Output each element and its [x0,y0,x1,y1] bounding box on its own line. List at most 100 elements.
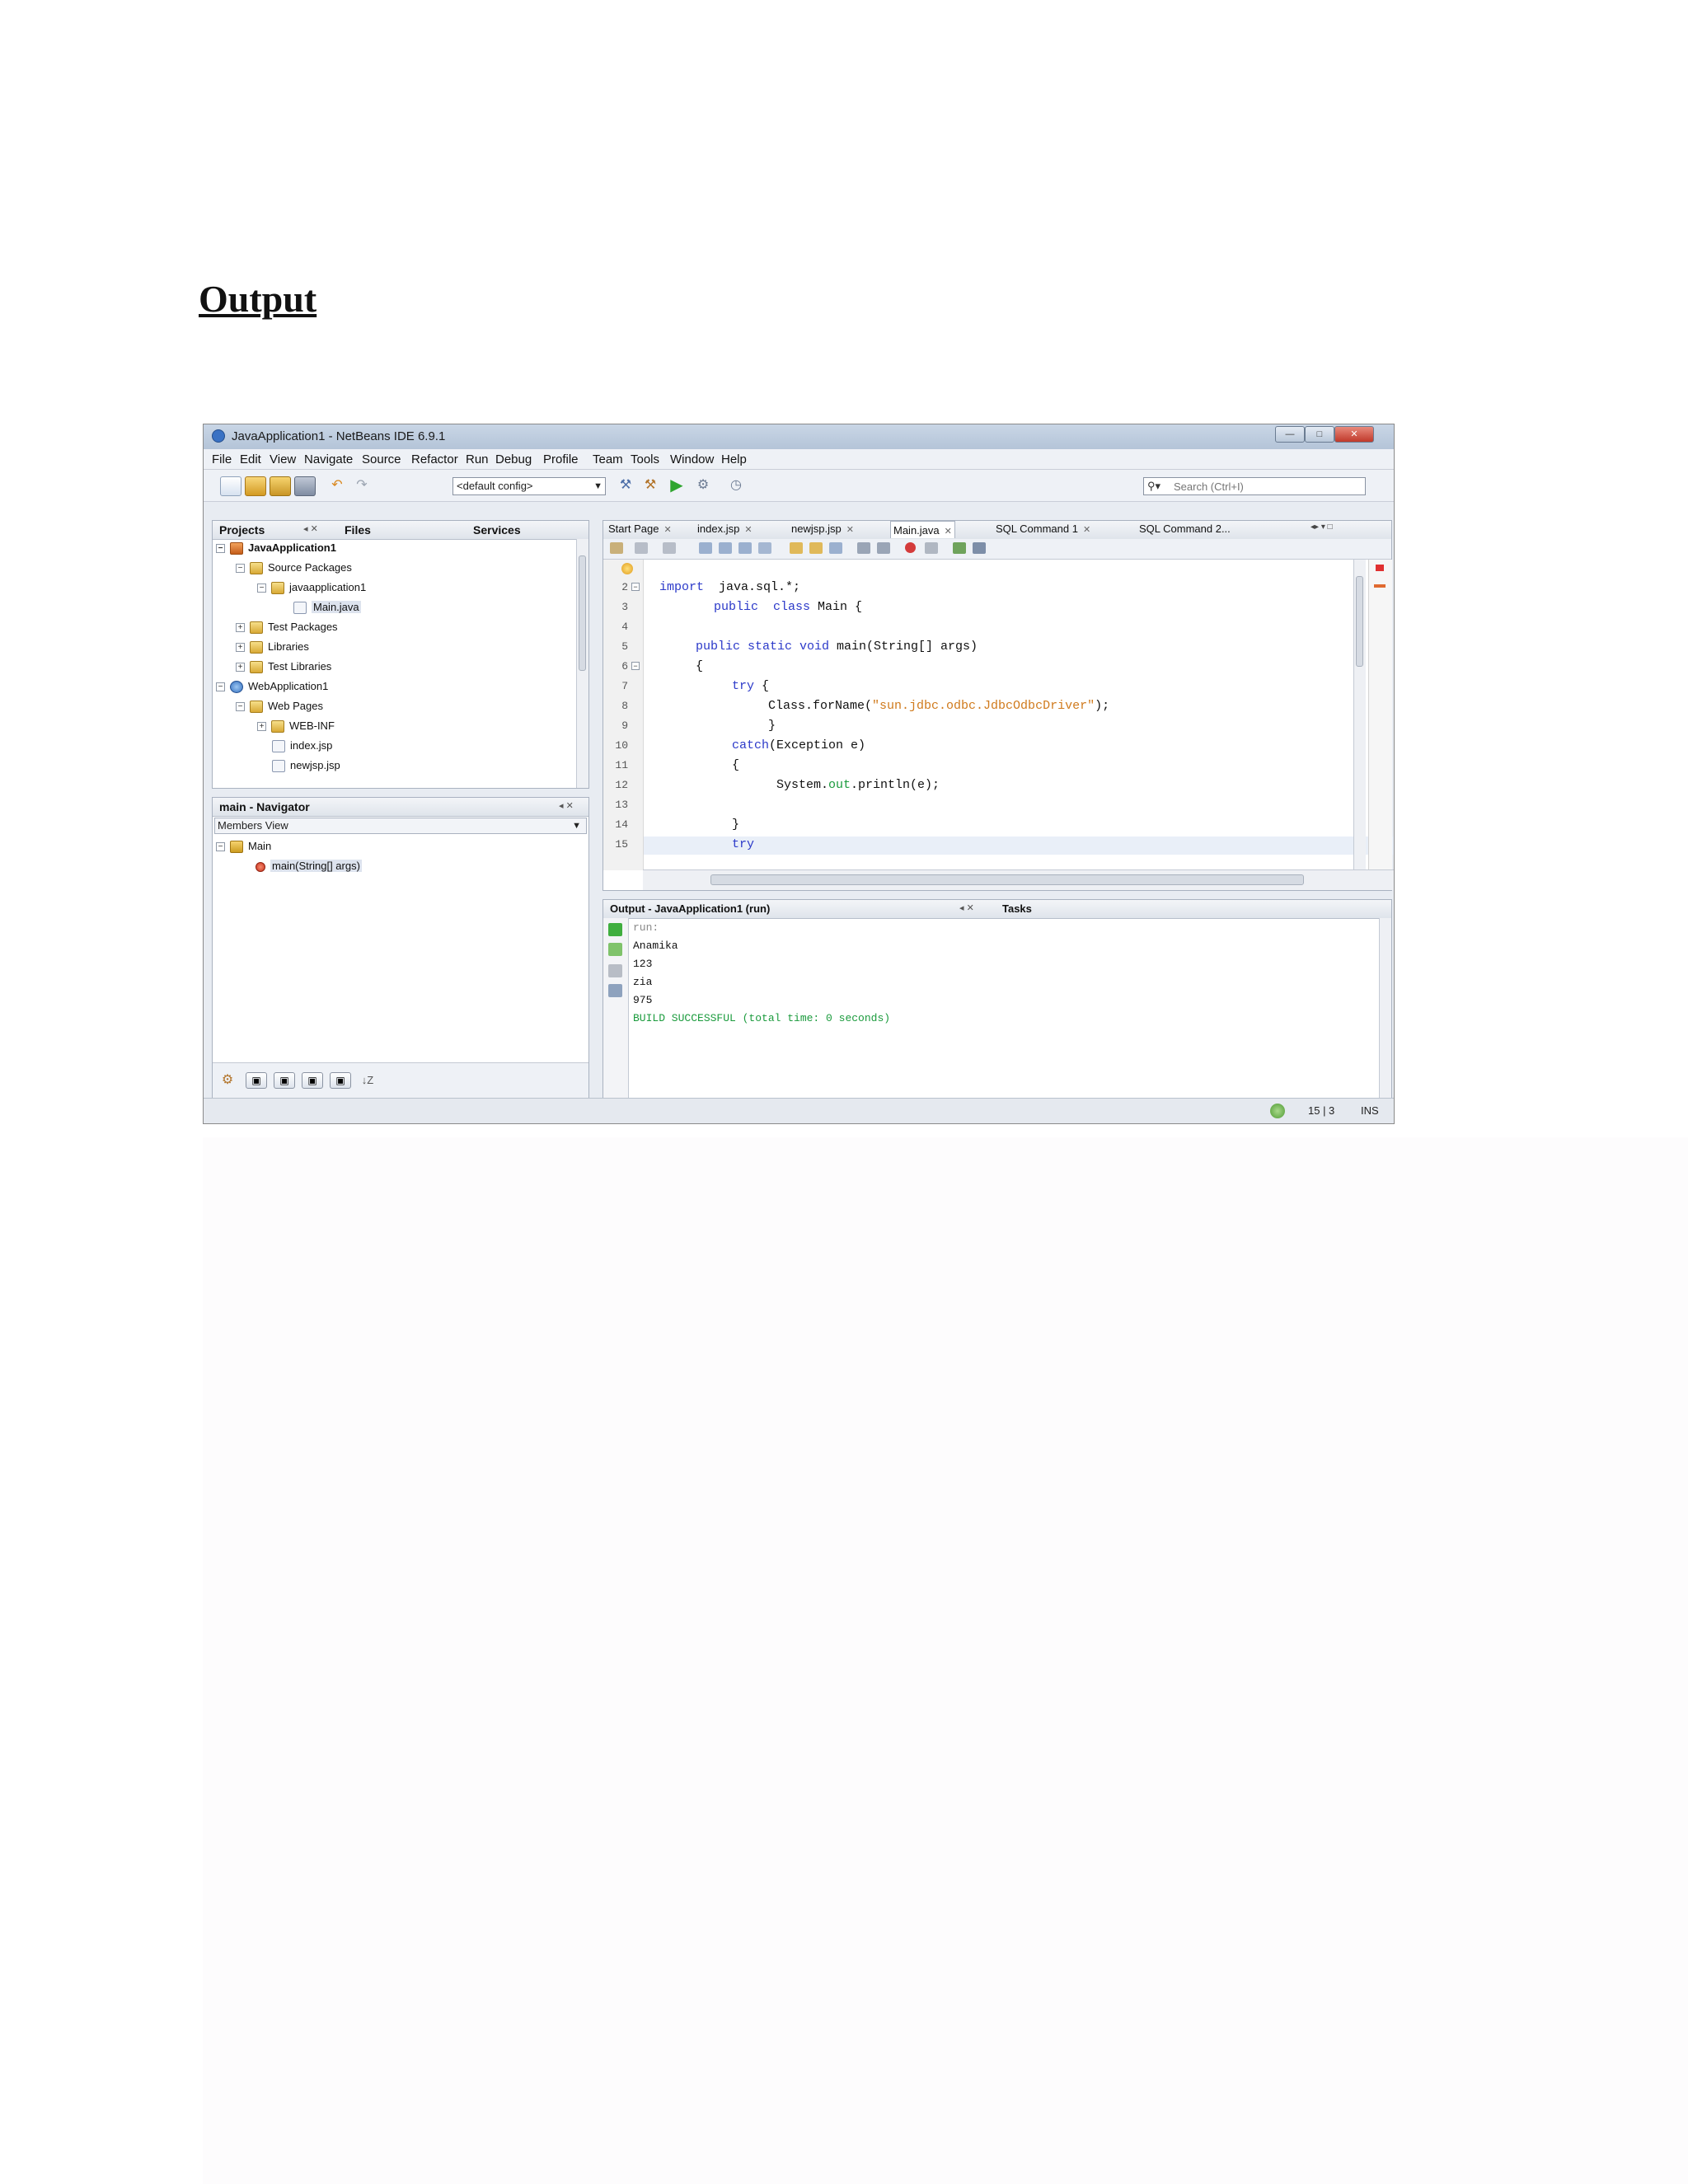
shift-left-icon[interactable] [857,542,870,554]
tree-item-webapplication1[interactable]: − WebApplication1 [216,679,328,694]
redo-icon[interactable]: ↷ [352,476,372,494]
menu-file[interactable]: File [212,452,232,466]
save-all-icon[interactable] [294,476,316,496]
editor-horizontal-scrollbar[interactable] [643,869,1394,890]
sort-alpha-icon[interactable]: ↓Z [358,1071,377,1090]
tree-item-index-jsp[interactable]: index.jsp [272,738,332,753]
menu-profile[interactable]: Profile [543,452,579,466]
new-project-icon[interactable] [245,476,266,496]
back-icon[interactable] [635,542,648,554]
collapse-icon[interactable]: − [236,702,245,712]
close-button[interactable]: ✕ [1334,426,1374,443]
scrollbar-thumb[interactable] [710,874,1304,885]
new-file-icon[interactable] [220,476,241,496]
projects-scrollbar[interactable] [576,539,588,788]
tab-files[interactable]: Files [345,523,371,537]
start-macro-icon[interactable] [905,542,916,553]
fold-collapse-icon[interactable]: − [631,583,640,591]
tab-newjsp-jsp[interactable]: newjsp.jsp ✕ [791,523,854,535]
error-mark-icon[interactable] [1376,565,1384,571]
close-tab-icon[interactable]: ✕ [945,527,952,537]
tree-item-javaapplication1[interactable]: − JavaApplication1 [216,541,336,555]
tree-item-libraries[interactable]: + Libraries [236,640,309,654]
toggle-bookmark-icon[interactable] [829,542,842,554]
close-tab-icon[interactable]: ✕ [744,525,752,535]
show-static-button[interactable]: ▣ [274,1072,295,1089]
run-icon[interactable]: ▶ [667,476,687,494]
filter-icon[interactable]: ⚙ [218,1071,237,1090]
tab-index-jsp[interactable]: index.jsp ✕ [697,523,753,535]
lightbulb-icon[interactable] [621,563,633,574]
tab-sql-command-1[interactable]: SQL Command 1 ✕ [996,523,1090,535]
collapse-icon[interactable]: − [236,564,245,574]
output-title[interactable]: Output - JavaApplication1 (run) [610,902,770,915]
scrollbar-thumb[interactable] [1356,576,1363,667]
close-tab-icon[interactable]: ✕ [663,525,671,535]
collapse-icon[interactable]: − [216,842,225,852]
expand-icon[interactable]: + [236,663,245,673]
error-mark-icon[interactable] [1374,584,1386,588]
uncomment-icon[interactable] [973,542,986,554]
projects-tab-controls-icon[interactable]: ◂ ✕ [303,523,318,534]
expand-icon[interactable]: + [257,722,266,732]
tree-item-test-packages[interactable]: + Test Packages [236,620,338,635]
show-fields-button[interactable]: ▣ [246,1072,267,1089]
menu-run[interactable]: Run [466,452,489,466]
menu-navigate[interactable]: Navigate [304,452,353,466]
tab-start-page[interactable]: Start Page ✕ [608,523,672,535]
comment-icon[interactable] [953,542,966,554]
menu-view[interactable]: View [270,452,296,466]
output-scrollbar[interactable] [1379,918,1391,1098]
shift-right-icon[interactable] [877,542,890,554]
collapse-icon[interactable]: − [257,583,266,593]
error-stripe[interactable] [1368,560,1392,870]
tab-scroll-arrows-icon[interactable]: ◂▸ ▾ □ [1311,523,1333,532]
navigator-item-main-method[interactable]: main(String[] args) [256,859,362,874]
expand-icon[interactable]: + [236,623,245,633]
rerun-with-options-icon[interactable] [608,943,622,956]
collapse-icon[interactable]: − [216,544,225,554]
tab-services[interactable]: Services [473,523,521,537]
collapse-icon[interactable]: − [216,682,225,692]
show-inherited-button[interactable]: ▣ [330,1072,351,1089]
toggle-highlight-icon[interactable] [758,542,771,554]
config-select[interactable]: <default config> ▼ [452,477,606,495]
minimize-button[interactable]: — [1275,426,1305,443]
show-non-public-button[interactable]: ▣ [302,1072,323,1089]
tree-item-newjsp-jsp[interactable]: newjsp.jsp [272,758,340,773]
tab-sql-command-2[interactable]: SQL Command 2... [1139,523,1231,535]
navigator-controls-icon[interactable]: ◂ ✕ [559,800,574,811]
menu-window[interactable]: Window [670,452,714,466]
menu-tools[interactable]: Tools [631,452,659,466]
previous-bookmark-icon[interactable] [790,542,803,554]
menu-edit[interactable]: Edit [240,452,261,466]
build-hammer-icon[interactable]: ⚒ [616,476,635,494]
tab-tasks[interactable]: Tasks [1002,902,1032,915]
debug-icon[interactable]: ⚙ [693,476,713,494]
notifications-icon[interactable] [1270,1104,1285,1118]
tree-item-source-packages[interactable]: − Source Packages [236,560,352,575]
rerun-icon[interactable] [608,923,622,936]
undo-icon[interactable]: ↶ [327,476,347,494]
members-view-select[interactable]: Members View ▼ [214,818,587,834]
tree-item-test-libraries[interactable]: + Test Libraries [236,659,331,674]
fold-collapse-icon[interactable]: − [631,662,640,670]
menu-help[interactable]: Help [721,452,747,466]
tree-item-javaapplication1-package[interactable]: − javaapplication1 [257,580,366,595]
stop-icon[interactable] [608,964,622,977]
output-controls-icon[interactable]: ◂ ✕ [959,902,974,913]
search-box[interactable]: ⚲▾ [1143,477,1366,495]
editor-vertical-scrollbar[interactable] [1353,560,1366,870]
tree-item-web-pages[interactable]: − Web Pages [236,699,323,714]
navigator-item-main-class[interactable]: − Main [216,839,271,854]
find-next-icon[interactable] [738,542,752,554]
forward-icon[interactable] [663,542,676,554]
expand-icon[interactable]: + [236,643,245,653]
open-project-icon[interactable] [270,476,291,496]
tab-projects[interactable]: Projects [219,523,265,537]
tree-item-main-java[interactable]: Main.java [293,600,361,615]
profile-icon[interactable]: ◷ [726,476,746,494]
find-icon[interactable] [699,542,712,554]
settings-icon[interactable] [608,984,622,997]
clean-build-icon[interactable]: ⚒ [640,476,660,494]
